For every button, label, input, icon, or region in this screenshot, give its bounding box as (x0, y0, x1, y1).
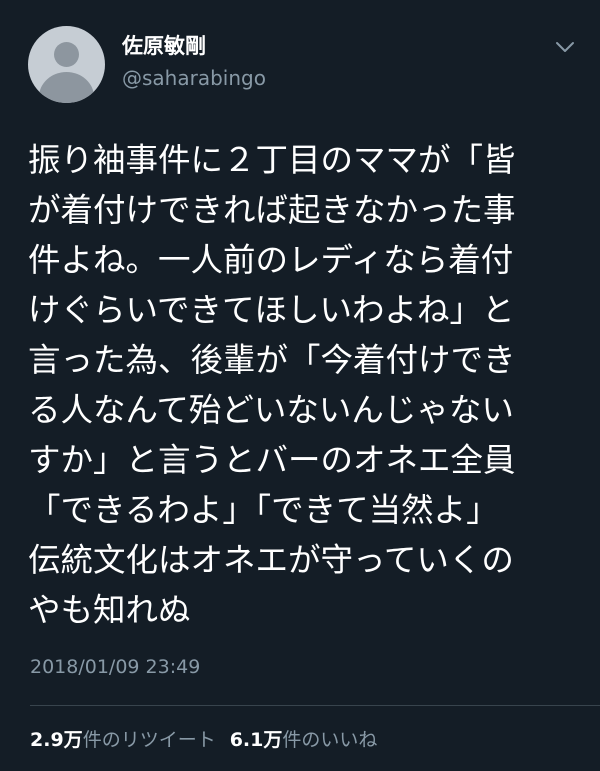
default-avatar-body (39, 72, 94, 103)
chevron-down-icon[interactable] (555, 40, 575, 54)
tweet-timestamp[interactable]: 2018/01/09 23:49 (30, 655, 200, 679)
retweet-label: 件のリツイート (82, 729, 216, 751)
user-handle[interactable]: @saharabingo (122, 66, 266, 90)
tweet-stats: 2.9万件のリツイート 6.1万件のいいね (30, 728, 377, 752)
divider (30, 705, 600, 706)
retweet-stat[interactable]: 2.9万件のリツイート (30, 729, 216, 751)
like-count: 6.1 (229, 729, 264, 751)
avatar[interactable] (28, 26, 105, 103)
display-name[interactable]: 佐原敏剛 (122, 33, 206, 59)
default-avatar-icon (54, 42, 79, 67)
tweet-card: 佐原敏剛 @saharabingo 振り袖事件に２丁目のママが「皆 が着付けでき… (0, 0, 600, 771)
like-unit: 万 (263, 729, 283, 751)
retweet-count: 2.9 (30, 729, 64, 751)
retweet-unit: 万 (63, 729, 83, 751)
like-label: 件のいいね (282, 729, 378, 751)
tweet-text: 振り袖事件に２丁目のママが「皆 が着付けできれば起きなかった事 件よね。一人前の… (28, 141, 516, 629)
like-stat[interactable]: 6.1万件のいいね (230, 729, 378, 751)
